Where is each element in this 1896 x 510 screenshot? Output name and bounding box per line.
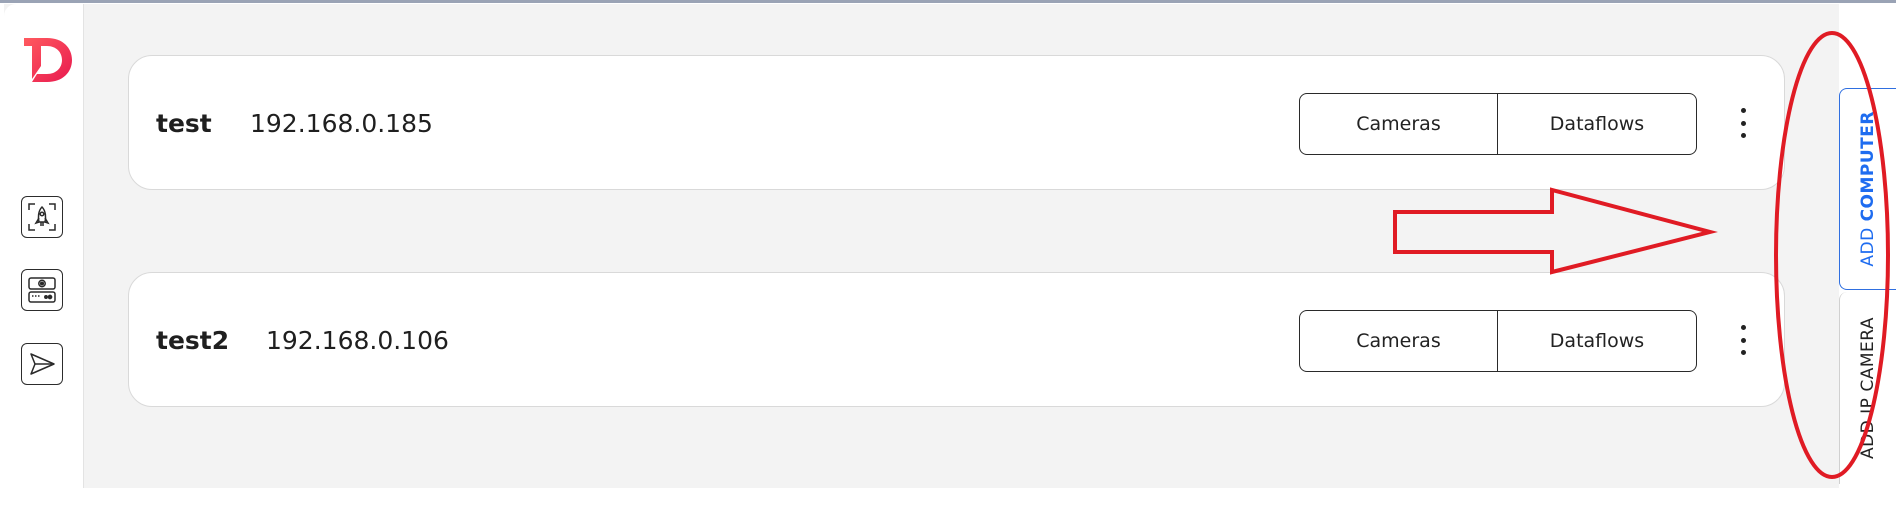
more-vertical-icon[interactable] (1734, 325, 1752, 355)
sidebar-item-send[interactable] (21, 343, 63, 385)
logo-icon (24, 38, 72, 82)
more-vertical-icon[interactable] (1734, 108, 1752, 138)
card-actions: Cameras Dataflows (1299, 93, 1697, 155)
sidebar-item-deploy[interactable] (21, 196, 63, 238)
app-logo[interactable] (20, 32, 76, 88)
computer-name: test (156, 109, 212, 138)
computer-card: test2 192.168.0.106 Cameras Dataflows (128, 272, 1785, 407)
add-computer-label: ADD COMPUTER (1858, 111, 1878, 267)
add-ip-camera-tab[interactable]: ADD IP CAMERA (1839, 292, 1896, 484)
dataflows-button[interactable]: Dataflows (1498, 93, 1697, 155)
computer-ip: 192.168.0.185 (250, 109, 433, 138)
camera-device-icon (28, 277, 56, 303)
window-top-border (0, 0, 1896, 3)
computer-ip: 192.168.0.106 (266, 326, 449, 355)
sidebar (4, 4, 84, 488)
main-content: test 192.168.0.185 Cameras Dataflows tes… (83, 4, 1823, 488)
app-window: test 192.168.0.185 Cameras Dataflows tes… (4, 4, 1896, 488)
card-actions: Cameras Dataflows (1299, 310, 1697, 372)
right-panel: ADD COMPUTER ADD IP CAMERA (1839, 4, 1896, 488)
rocket-icon (28, 203, 56, 231)
cameras-button[interactable]: Cameras (1299, 93, 1498, 155)
sidebar-item-cameras[interactable] (21, 269, 63, 311)
computer-name: test2 (156, 326, 230, 355)
send-icon (30, 353, 55, 375)
computer-card: test 192.168.0.185 Cameras Dataflows (128, 55, 1785, 190)
cameras-button[interactable]: Cameras (1299, 310, 1498, 372)
add-computer-tab[interactable]: ADD COMPUTER (1839, 88, 1896, 290)
add-ip-camera-label: ADD IP CAMERA (1858, 316, 1878, 460)
dataflows-button[interactable]: Dataflows (1498, 310, 1697, 372)
